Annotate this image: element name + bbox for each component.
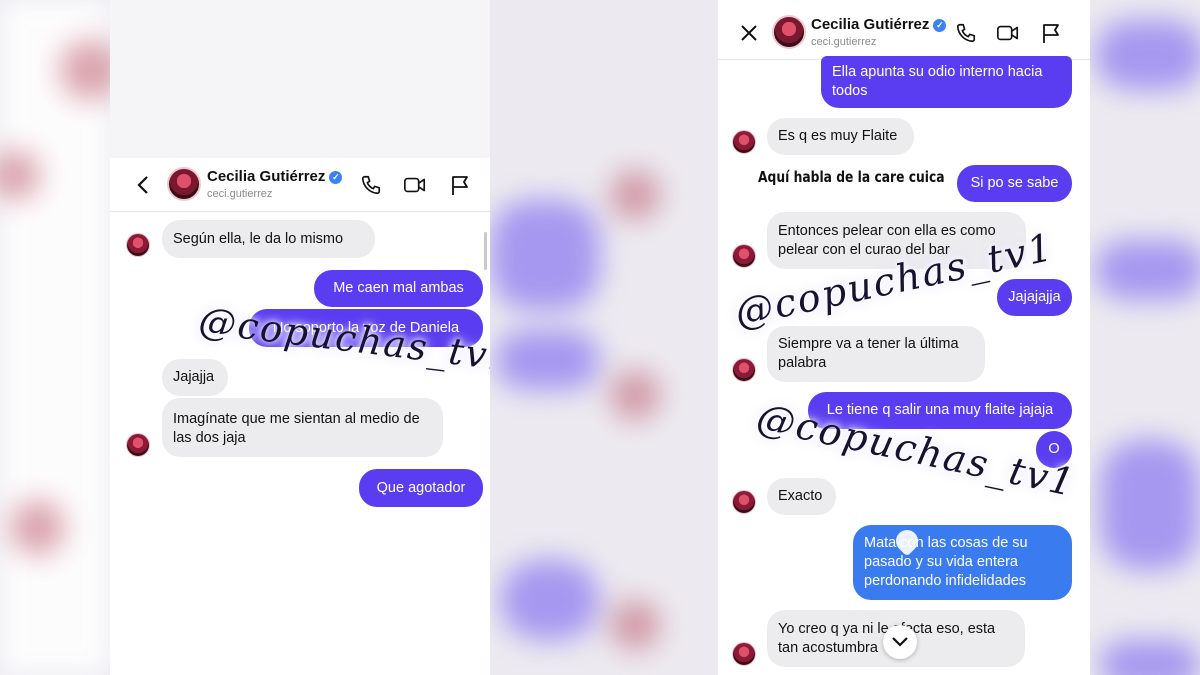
- video-icon: [404, 177, 426, 193]
- call-button[interactable]: [358, 172, 384, 198]
- avatar[interactable]: [772, 15, 806, 49]
- outgoing-message[interactable]: Que agotador: [359, 469, 483, 507]
- background-blur: [0, 0, 110, 675]
- report-button[interactable]: [1038, 20, 1064, 46]
- video-call-button[interactable]: [402, 172, 428, 198]
- incoming-message[interactable]: Jajajja: [162, 359, 228, 396]
- contact-username: ceci.gutierrez: [207, 188, 273, 200]
- background-blur: [490, 200, 600, 310]
- flag-icon: [452, 176, 468, 195]
- message-avatar: [126, 233, 150, 257]
- message-avatar: [126, 433, 150, 457]
- background-blur: [610, 370, 660, 420]
- phone-icon: [361, 175, 381, 195]
- message-avatar: [732, 490, 756, 514]
- contact-name: Cecilia Gutiérrez ✓: [811, 16, 947, 33]
- incoming-message[interactable]: Siempre va a tener la última palabra: [767, 326, 985, 382]
- close-button[interactable]: [736, 20, 762, 46]
- report-button[interactable]: [447, 172, 473, 198]
- close-icon: [741, 25, 757, 41]
- back-arrow-icon: [137, 176, 148, 194]
- background-blur: [500, 560, 600, 640]
- message-avatar: [732, 642, 756, 666]
- outgoing-message[interactable]: Jajajajja: [997, 279, 1072, 316]
- background-blur: [1100, 440, 1200, 570]
- incoming-message[interactable]: Exacto: [767, 478, 836, 515]
- background-blur: [1100, 640, 1200, 675]
- outgoing-message[interactable]: Si po se sabe: [957, 165, 1072, 202]
- background-blur: [1095, 240, 1200, 300]
- message-avatar: [732, 244, 756, 268]
- incoming-message[interactable]: Según ella, le da lo mismo: [162, 220, 375, 258]
- caption-text: Aquí habla de la care cuica: [758, 168, 945, 186]
- avatar[interactable]: [167, 167, 201, 201]
- scroll-down-button[interactable]: [883, 625, 917, 659]
- background-blur: [610, 170, 660, 220]
- outgoing-message[interactable]: Mata con las cosas de su pasado y su vid…: [853, 525, 1072, 600]
- flag-icon: [1043, 24, 1059, 43]
- background-blur: [495, 330, 600, 390]
- background-blur: [610, 600, 660, 650]
- background-blur: [10, 500, 65, 555]
- right-chat-screenshot: Cecilia Gutiérrez ✓ ceci.gutierrez Ella a…: [718, 0, 1090, 675]
- scrollbar[interactable]: [484, 232, 487, 270]
- outgoing-message[interactable]: Ella apunta su odio interno hacia todos: [821, 56, 1072, 108]
- chevron-down-icon: [892, 637, 908, 647]
- chat-header: Cecilia Gutiérrez ✓ ceci.gutierrez: [110, 158, 490, 212]
- chat-header: Cecilia Gutiérrez ✓ ceci.gutierrez: [718, 6, 1090, 60]
- call-button[interactable]: [953, 20, 979, 46]
- verified-badge-icon: ✓: [933, 19, 947, 32]
- background-blur: [1095, 20, 1200, 90]
- contact-name: Cecilia Gutiérrez ✓: [207, 168, 343, 185]
- message-avatar: [732, 358, 756, 382]
- verified-badge-icon: ✓: [329, 171, 343, 184]
- message-avatar: [732, 130, 756, 154]
- left-chat-screenshot: Cecilia Gutiérrez ✓ ceci.gutierrez Según …: [110, 0, 490, 675]
- blank-area: [110, 0, 490, 158]
- incoming-message[interactable]: Imagínate que me sientan al medio de las…: [162, 398, 443, 457]
- back-button[interactable]: [130, 172, 156, 198]
- phone-icon: [956, 23, 976, 43]
- incoming-message[interactable]: Es q es muy Flaite: [767, 118, 914, 155]
- video-icon: [997, 25, 1019, 41]
- contact-username: ceci.gutierrez: [811, 36, 877, 48]
- outgoing-message[interactable]: Me caen mal ambas: [314, 270, 483, 307]
- video-call-button[interactable]: [995, 20, 1021, 46]
